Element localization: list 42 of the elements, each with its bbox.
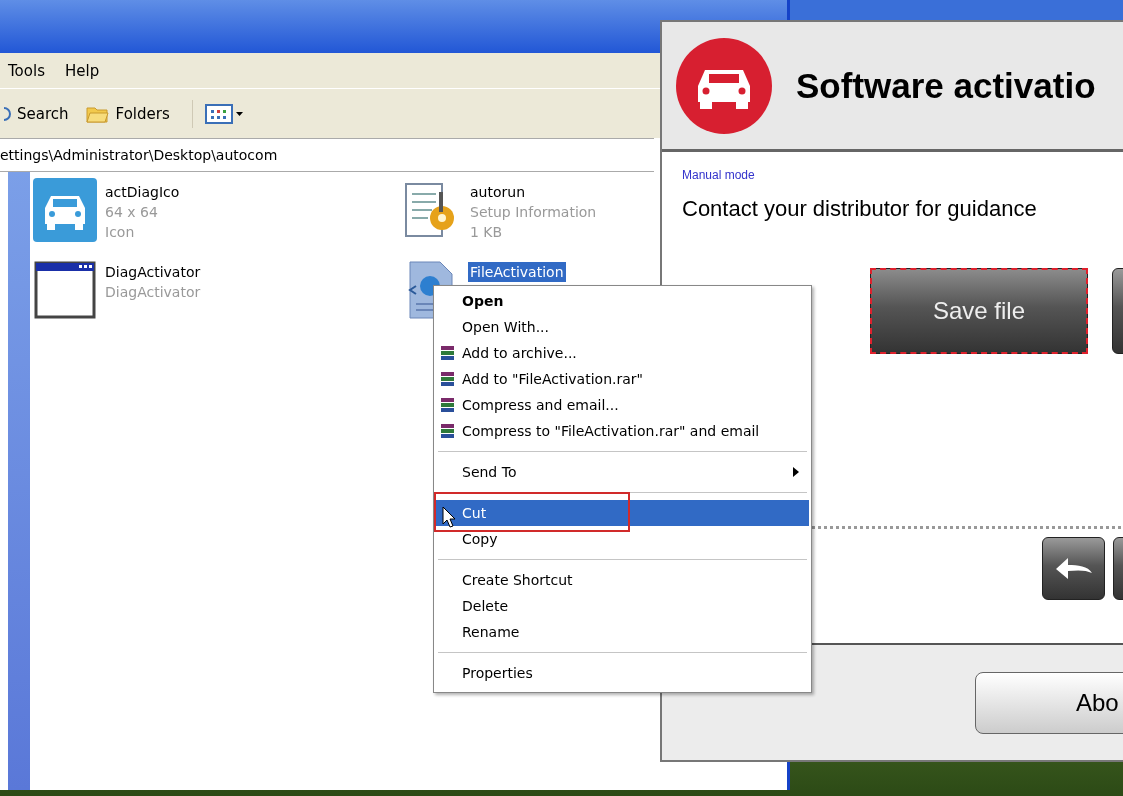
mouse-cursor-icon <box>442 506 456 528</box>
search-icon <box>4 104 12 123</box>
context-menu-item[interactable]: Cut <box>436 500 809 526</box>
context-menu-item[interactable]: Delete <box>436 593 809 619</box>
context-menu-item[interactable]: Compress to "FileActivation.rar" and email <box>436 418 809 444</box>
file-name[interactable]: actDiagIco <box>103 182 182 202</box>
file-detail: Icon <box>104 223 136 242</box>
context-menu-item[interactable]: Send To <box>436 459 809 485</box>
file-name[interactable]: FileActivation <box>468 262 566 282</box>
context-menu-item[interactable]: Open <box>436 288 809 314</box>
books-stack-icon <box>440 345 456 361</box>
back-button[interactable] <box>1042 537 1105 600</box>
context-menu-item[interactable]: Compress and email... <box>436 392 809 418</box>
context-menu-item[interactable]: Add to archive... <box>436 340 809 366</box>
books-stack-icon <box>440 397 456 413</box>
context-menu-item[interactable]: Open With... <box>436 314 809 340</box>
file-detail: 1 KB <box>469 223 504 242</box>
menu-item[interactable]: Tools <box>8 61 45 80</box>
save-file-button[interactable]: Save file <box>870 268 1088 354</box>
menu-item[interactable]: Help <box>64 61 100 80</box>
books-stack-icon <box>440 423 456 439</box>
car-icon <box>33 178 97 242</box>
abort-button[interactable]: Abo <box>975 671 1123 734</box>
context-menu-item[interactable]: Rename <box>436 619 809 645</box>
context-menu-item[interactable]: Add to "FileActivation.rar" <box>436 366 809 392</box>
address-bar[interactable]: ettings\Administrator\Desktop\autocom <box>0 138 654 172</box>
file-detail: Setup Information <box>469 203 598 222</box>
search-button[interactable]: Search <box>0 101 73 126</box>
file-name[interactable]: autorun <box>468 182 527 202</box>
books-stack-icon <box>440 371 456 387</box>
context-menu-item[interactable]: Create Shortcut <box>436 567 809 593</box>
views-icon <box>204 102 245 125</box>
context-menu-item[interactable]: Properties <box>436 660 809 686</box>
car-logo-icon <box>674 35 774 136</box>
file-name[interactable]: DiagActivator <box>103 262 203 282</box>
instruction-text: Contact your distributor for guidance <box>682 196 1037 222</box>
file-detail: 64 x 64 <box>104 203 159 222</box>
file-detail: DiagActivator <box>104 283 202 302</box>
submenu-arrow-icon <box>793 467 799 477</box>
window-title: Software activatio <box>796 65 1096 106</box>
manual-mode-link[interactable]: Manual mode <box>682 168 755 182</box>
folders-button[interactable]: Folders <box>80 99 174 128</box>
